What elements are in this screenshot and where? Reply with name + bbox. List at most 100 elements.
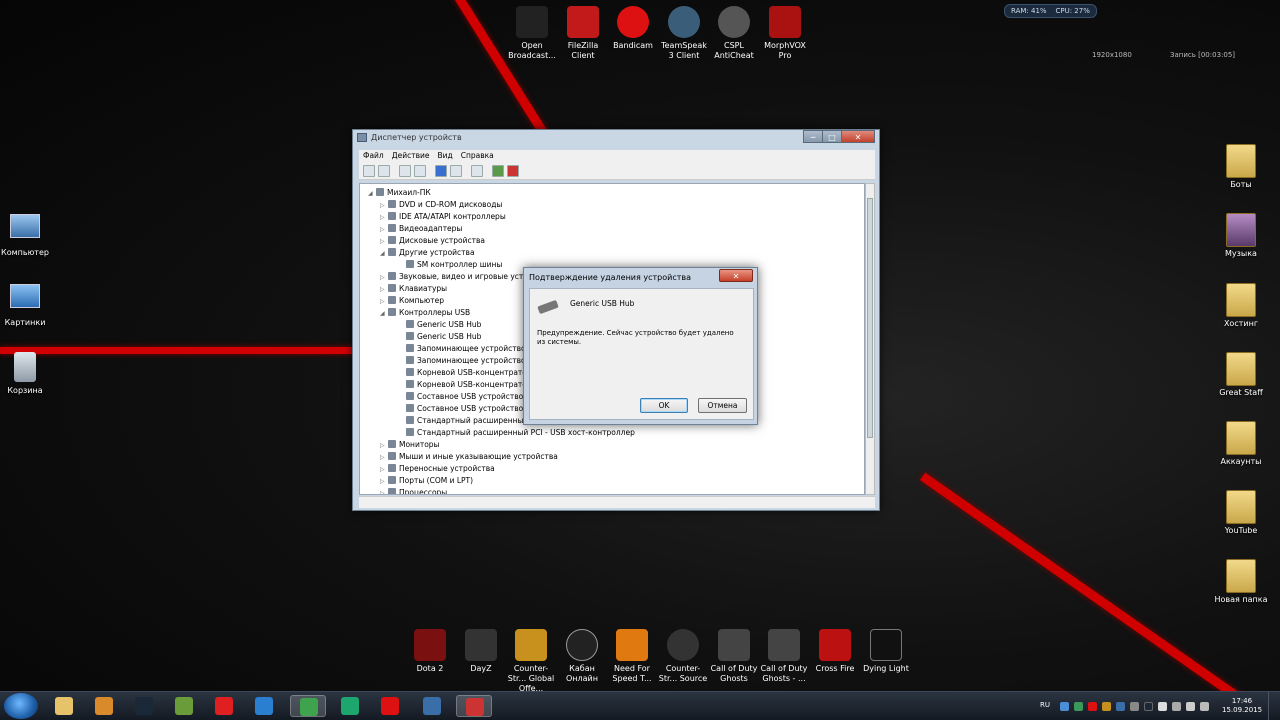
desktop-icon-bandicam[interactable]: Bandicam (607, 6, 659, 51)
taskbar-app-chrome[interactable] (290, 695, 326, 717)
desktop-icon-dying-light[interactable]: Dying Light (860, 629, 912, 674)
desktop-icon-csgo[interactable]: Counter-Str... Global Offe... (505, 629, 557, 694)
tree-node[interactable]: ▷ Порты (COM и LPT) (380, 475, 473, 487)
taskbar-app-mail-agent[interactable] (246, 695, 282, 717)
desktop-icon-computer[interactable]: Компьютер (0, 214, 57, 258)
desktop-icon-teamspeak[interactable]: TeamSpeak 3 Client (658, 6, 710, 61)
taskbar-app-yandex-browser[interactable] (206, 695, 242, 717)
desktop-icon-css[interactable]: Counter-Str... Source (657, 629, 709, 684)
menu-view[interactable]: Вид (437, 150, 452, 162)
tree-scrollbar[interactable] (865, 183, 875, 495)
tree-node[interactable]: Generic USB Hub (398, 319, 481, 331)
tree-node[interactable]: Составное USB устройство (398, 391, 523, 403)
menu-help[interactable]: Справка (461, 150, 494, 162)
desktop-icon-pictures[interactable]: Картинки (0, 284, 57, 328)
cancel-button[interactable]: Отмена (698, 398, 747, 413)
tree-node[interactable]: ◢ Михаил-ПК (368, 187, 431, 199)
scan-hardware-icon[interactable] (471, 164, 483, 177)
taskbar-app-kaspersky[interactable] (332, 695, 368, 717)
tree-node[interactable]: ▷ Компьютер (380, 295, 444, 307)
taskbar-app-bandicam[interactable] (372, 695, 408, 717)
view-icon[interactable] (450, 164, 462, 177)
desktop-icon-folder-new[interactable]: Новая папка (1209, 559, 1273, 605)
tree-node[interactable]: Запоминающее устройство д (398, 355, 533, 367)
close-button[interactable]: ✕ (841, 130, 875, 143)
tray-shield-icon[interactable] (1074, 702, 1083, 711)
tree-node[interactable]: ▷ Видеоадаптеры (380, 223, 462, 235)
tree-node[interactable]: ◢ Другие устройства (380, 247, 475, 259)
tree-node[interactable]: Стандартный расширенный P (398, 415, 535, 427)
desktop-icon-dayz[interactable]: DayZ (455, 629, 507, 674)
expand-toggle-icon[interactable]: ▷ (380, 488, 388, 494)
desktop-icon-folder-youtube[interactable]: YouTube (1209, 490, 1273, 536)
tree-node[interactable]: ▷ Мониторы (380, 439, 439, 451)
dialog-titlebar[interactable]: Подтверждение удаления устройства ✕ (524, 268, 757, 288)
desktop-icon-dota2[interactable]: Dota 2 (404, 629, 456, 674)
desktop-icon-kaban[interactable]: Кабан Онлайн (556, 629, 608, 684)
show-hide-tree-icon[interactable] (399, 164, 411, 177)
tree-node[interactable]: ▷ Клавиатуры (380, 283, 447, 295)
tray-app-icon[interactable] (1130, 702, 1139, 711)
taskbar-app-teamspeak[interactable] (414, 695, 450, 717)
tray-record-icon[interactable] (1088, 702, 1097, 711)
tree-node[interactable]: Запоминающее устройство д (398, 343, 533, 355)
dialog-close-button[interactable]: ✕ (719, 269, 753, 282)
start-button[interactable] (4, 693, 38, 719)
back-arrow-icon[interactable] (363, 164, 375, 177)
tray-steam-icon[interactable] (1144, 702, 1153, 711)
update-driver-icon[interactable] (492, 164, 504, 177)
window-titlebar[interactable]: Диспетчер устройств ─ □ ✕ (353, 130, 879, 146)
tree-node[interactable]: Стандартный расширенный PCI - USB хост-к… (398, 427, 635, 439)
expand-toggle-icon[interactable]: ◢ (368, 188, 376, 200)
expand-toggle-icon[interactable]: ◢ (380, 308, 388, 320)
desktop-icon-obs[interactable]: Open Broadcast... (506, 6, 558, 61)
help-icon[interactable] (435, 164, 447, 177)
tray-flag-icon[interactable] (1158, 702, 1167, 711)
minimize-button[interactable]: ─ (803, 130, 823, 143)
scrollbar-thumb[interactable] (867, 198, 873, 438)
desktop-icon-cod-ghosts[interactable]: Call of Duty Ghosts (708, 629, 760, 684)
tree-node[interactable]: ▷ Мыши и иные указывающие устройства (380, 451, 558, 463)
desktop-icon-morphvox[interactable]: MorphVOX Pro (759, 6, 811, 61)
taskbar-clock[interactable]: 17:46 15.09.2015 (1222, 697, 1262, 715)
desktop-icon-folder-music[interactable]: Музыка (1209, 213, 1273, 259)
desktop-icon-folder-boty[interactable]: Боты (1209, 144, 1273, 190)
desktop-icon-filezilla[interactable]: FileZilla Client (557, 6, 609, 61)
tree-node[interactable]: Корневой USB-концентратор (398, 379, 532, 391)
tree-node[interactable]: ▷ Дисковые устройства (380, 235, 485, 247)
tray-volume-icon[interactable] (1186, 702, 1195, 711)
tree-node[interactable]: Generic USB Hub (398, 331, 481, 343)
properties-icon[interactable] (414, 164, 426, 177)
tray-network-icon[interactable] (1060, 702, 1069, 711)
maximize-button[interactable]: □ (822, 130, 842, 143)
tray-app-icon[interactable] (1102, 702, 1111, 711)
uninstall-device-icon[interactable] (507, 164, 519, 177)
desktop-icon-recycle-bin[interactable]: Корзина (0, 352, 57, 396)
taskbar-app-steam[interactable] (126, 695, 162, 717)
expand-toggle-icon[interactable]: ◢ (380, 248, 388, 260)
forward-arrow-icon[interactable] (378, 164, 390, 177)
tray-teamspeak-icon[interactable] (1116, 702, 1125, 711)
language-indicator[interactable]: RU (1040, 701, 1050, 709)
desktop-icon-folder-great-staff[interactable]: Great Staff (1209, 352, 1273, 398)
menu-file[interactable]: Файл (363, 150, 384, 162)
desktop-icon-folder-accounts[interactable]: Аккаунты (1209, 421, 1273, 467)
taskbar-app-explorer[interactable] (46, 695, 82, 717)
menu-action[interactable]: Действие (392, 150, 430, 162)
ok-button[interactable]: OK (640, 398, 688, 413)
show-desktop-button[interactable] (1268, 692, 1280, 720)
taskbar-app-device-manager[interactable] (456, 695, 492, 717)
tree-node[interactable]: ▷ IDE ATA/ATAPI контроллеры (380, 211, 506, 223)
tray-signal-icon[interactable] (1172, 702, 1181, 711)
tray-power-icon[interactable] (1200, 702, 1209, 711)
tree-node[interactable]: ◢ Контроллеры USB (380, 307, 470, 319)
taskbar-app-media-player[interactable] (86, 695, 122, 717)
desktop-icon-cod-ghosts-2[interactable]: Call of Duty Ghosts - ... (758, 629, 810, 684)
desktop-icon-folder-hosting[interactable]: Хостинг (1209, 283, 1273, 329)
desktop-icon-crossfire[interactable]: Cross Fire (809, 629, 861, 674)
tree-node[interactable]: SM контроллер шины (398, 259, 502, 271)
tree-node[interactable]: ▷ Процессоры (380, 487, 447, 494)
tree-node[interactable]: Корневой USB-концентратор (398, 367, 532, 379)
desktop-icon-nfs[interactable]: Need For Speed T... (606, 629, 658, 684)
tree-node[interactable]: ▷ Переносные устройства (380, 463, 495, 475)
